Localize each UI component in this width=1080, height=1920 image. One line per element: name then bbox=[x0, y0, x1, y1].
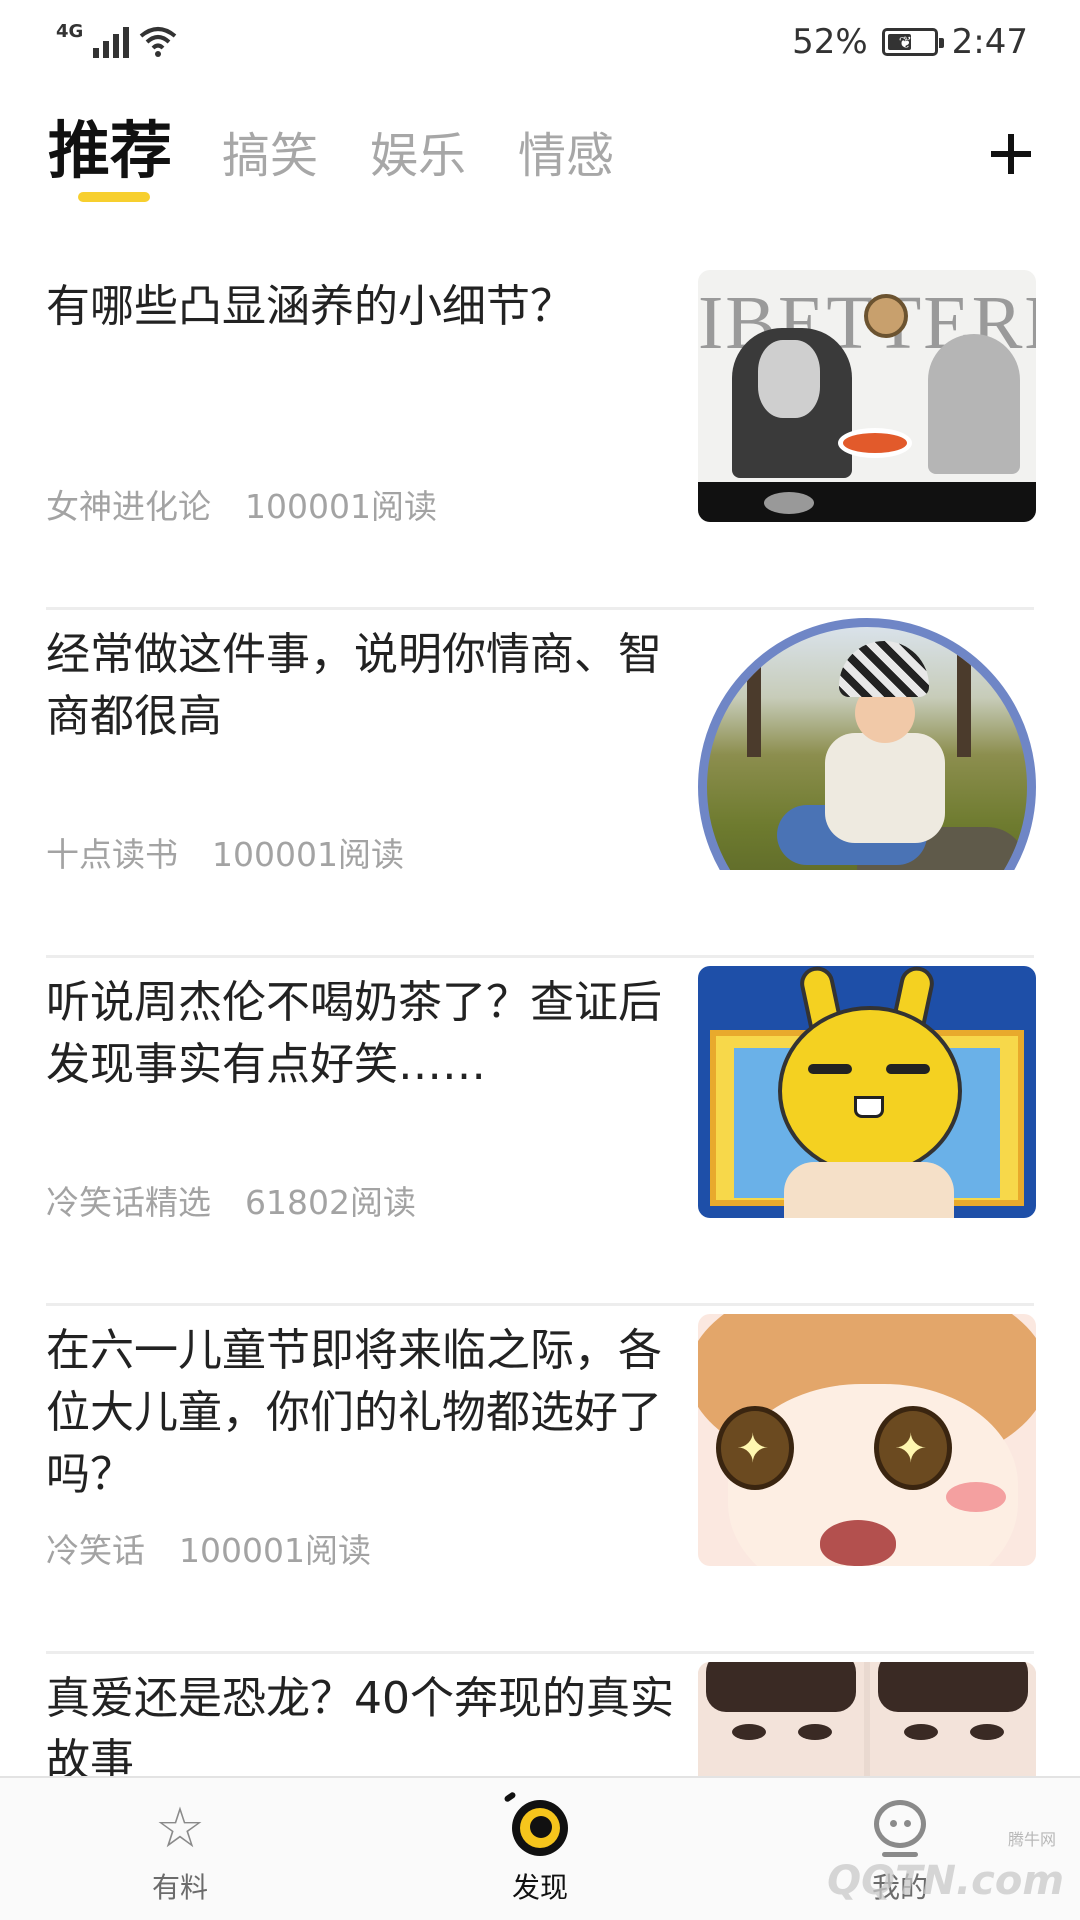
article-meta: 女神进化论 100001阅读 bbox=[46, 480, 437, 528]
eye-illustration bbox=[904, 1724, 938, 1740]
tab-recommend[interactable]: 推荐 bbox=[48, 100, 173, 202]
tree-illustration bbox=[747, 637, 761, 757]
tab-label: 情感 bbox=[518, 128, 615, 184]
wifi-icon bbox=[140, 27, 177, 57]
sparkle-icon: ✦ bbox=[736, 1426, 770, 1472]
watermark-small: 腾牛网 bbox=[1007, 1830, 1056, 1849]
article-title: 有哪些凸显涵养的小细节？ bbox=[46, 281, 574, 332]
article-source: 女神进化论 bbox=[46, 487, 211, 526]
man-face-illustration bbox=[758, 340, 820, 418]
blush-illustration bbox=[946, 1482, 1006, 1512]
tab-entertainment[interactable]: 娱乐 bbox=[370, 116, 466, 186]
article-title: 经常做这件事，说明你情商、智商都很高 bbox=[46, 629, 662, 742]
article-reads: 100001阅读 bbox=[179, 1531, 371, 1570]
article-meta: 十点读书 100001阅读 bbox=[46, 828, 404, 876]
watermark: QQTN.com bbox=[827, 1858, 1064, 1904]
table-illustration bbox=[698, 482, 1036, 522]
eye-icon bbox=[440, 1791, 640, 1858]
list-item[interactable]: 真爱还是恐龙？40个奔现的真实故事 bbox=[0, 1654, 1080, 1777]
nav-item-youliao[interactable]: ☆ 有料 bbox=[80, 1792, 280, 1912]
list-item[interactable]: 在六一儿童节即将来临之际，各位大儿童，你们的礼物都选好了吗？ 冷笑话 100001… bbox=[0, 1306, 1080, 1654]
hands-illustration bbox=[784, 1162, 954, 1218]
leaf-icon: ❦ bbox=[898, 33, 913, 52]
article-reads: 100001阅读 bbox=[212, 835, 404, 874]
eye-illustration bbox=[798, 1724, 832, 1740]
empty-plate-illustration bbox=[764, 492, 814, 514]
network-status: 4G bbox=[56, 21, 177, 58]
article-title: 真爱还是恐龙？40个奔现的真实故事 bbox=[46, 1673, 674, 1777]
status-bar: 4G 52% ❦ 2:47 bbox=[0, 0, 1080, 90]
tab-label: 搞笑 bbox=[222, 128, 319, 184]
circular-photo bbox=[698, 618, 1036, 870]
article-feed: 有哪些凸显涵养的小细节？ 女神进化论 100001阅读 IBETTERM 经常做这… bbox=[0, 262, 1080, 1777]
add-tab-button[interactable] bbox=[980, 122, 1040, 182]
anime-mouth-illustration bbox=[820, 1520, 896, 1566]
photo-panel bbox=[698, 1662, 864, 1777]
tab-emotion[interactable]: 情感 bbox=[518, 116, 614, 186]
clock: 2:47 bbox=[951, 22, 1028, 62]
child-body-illustration bbox=[825, 733, 945, 843]
article-meta: 冷笑话精选 61802阅读 bbox=[46, 1176, 416, 1224]
rabbit-mouth-illustration bbox=[854, 1096, 884, 1118]
rabbit-eye-illustration bbox=[808, 1064, 852, 1074]
nav-label: 发现 bbox=[511, 1871, 568, 1904]
tab-funny[interactable]: 搞笑 bbox=[222, 116, 318, 186]
battery-percent: 52% bbox=[792, 22, 868, 62]
rabbit-head-illustration bbox=[778, 1006, 962, 1176]
article-thumbnail: IBETTERM bbox=[698, 270, 1036, 522]
nav-label: 有料 bbox=[151, 1871, 208, 1904]
article-source: 冷笑话精选 bbox=[46, 1183, 211, 1222]
clock-illustration bbox=[864, 294, 908, 338]
star-icon: ☆ bbox=[154, 1796, 206, 1861]
eye-illustration bbox=[732, 1724, 766, 1740]
tab-label: 推荐 bbox=[48, 114, 173, 187]
sparkle-icon: ✦ bbox=[894, 1426, 928, 1472]
article-title: 在六一儿童节即将来临之际，各位大儿童，你们的礼物都选好了吗？ bbox=[46, 1325, 662, 1500]
network-type-label: 4G bbox=[56, 21, 84, 42]
list-item[interactable]: 经常做这件事，说明你情商、智商都很高 十点读书 100001阅读 bbox=[0, 610, 1080, 958]
photo-panel bbox=[870, 1662, 1036, 1777]
article-thumbnail bbox=[698, 618, 1036, 870]
article-thumbnail bbox=[698, 1662, 1036, 1777]
face-icon bbox=[800, 1800, 1000, 1858]
tree-illustration bbox=[957, 637, 971, 757]
article-thumbnail bbox=[698, 966, 1036, 1218]
nav-item-discover[interactable]: 发现 bbox=[440, 1791, 640, 1912]
article-thumbnail: ✦ ✦ bbox=[698, 1314, 1036, 1566]
eye-illustration bbox=[970, 1724, 1004, 1740]
article-source: 十点读书 bbox=[46, 835, 178, 874]
article-reads: 100001阅读 bbox=[245, 487, 437, 526]
article-title: 听说周杰伦不喝奶茶了？查证后发现事实有点好笑…… bbox=[46, 977, 662, 1090]
rabbit-eye-illustration bbox=[886, 1064, 930, 1074]
hair-illustration bbox=[706, 1662, 856, 1712]
active-tab-indicator bbox=[78, 192, 150, 202]
hair-illustration bbox=[878, 1662, 1028, 1712]
article-reads: 61802阅读 bbox=[245, 1183, 416, 1222]
system-status: 52% ❦ 2:47 bbox=[792, 22, 1028, 62]
list-item[interactable]: 有哪些凸显涵养的小细节？ 女神进化论 100001阅读 IBETTERM bbox=[0, 262, 1080, 610]
article-source: 冷笑话 bbox=[46, 1531, 145, 1570]
battery-icon: ❦ bbox=[881, 28, 944, 56]
spaghetti-plate-illustration bbox=[838, 428, 912, 458]
tab-label: 娱乐 bbox=[370, 128, 467, 184]
category-tabs: 推荐 搞笑 娱乐 情感 bbox=[48, 100, 666, 210]
article-meta: 冷笑话 100001阅读 bbox=[46, 1524, 371, 1572]
woman-illustration bbox=[928, 334, 1020, 474]
child-hat-illustration bbox=[839, 641, 929, 697]
list-item[interactable]: 听说周杰伦不喝奶茶了？查证后发现事实有点好笑…… 冷笑话精选 61802阅读 bbox=[0, 958, 1080, 1306]
signal-icon bbox=[93, 24, 130, 58]
